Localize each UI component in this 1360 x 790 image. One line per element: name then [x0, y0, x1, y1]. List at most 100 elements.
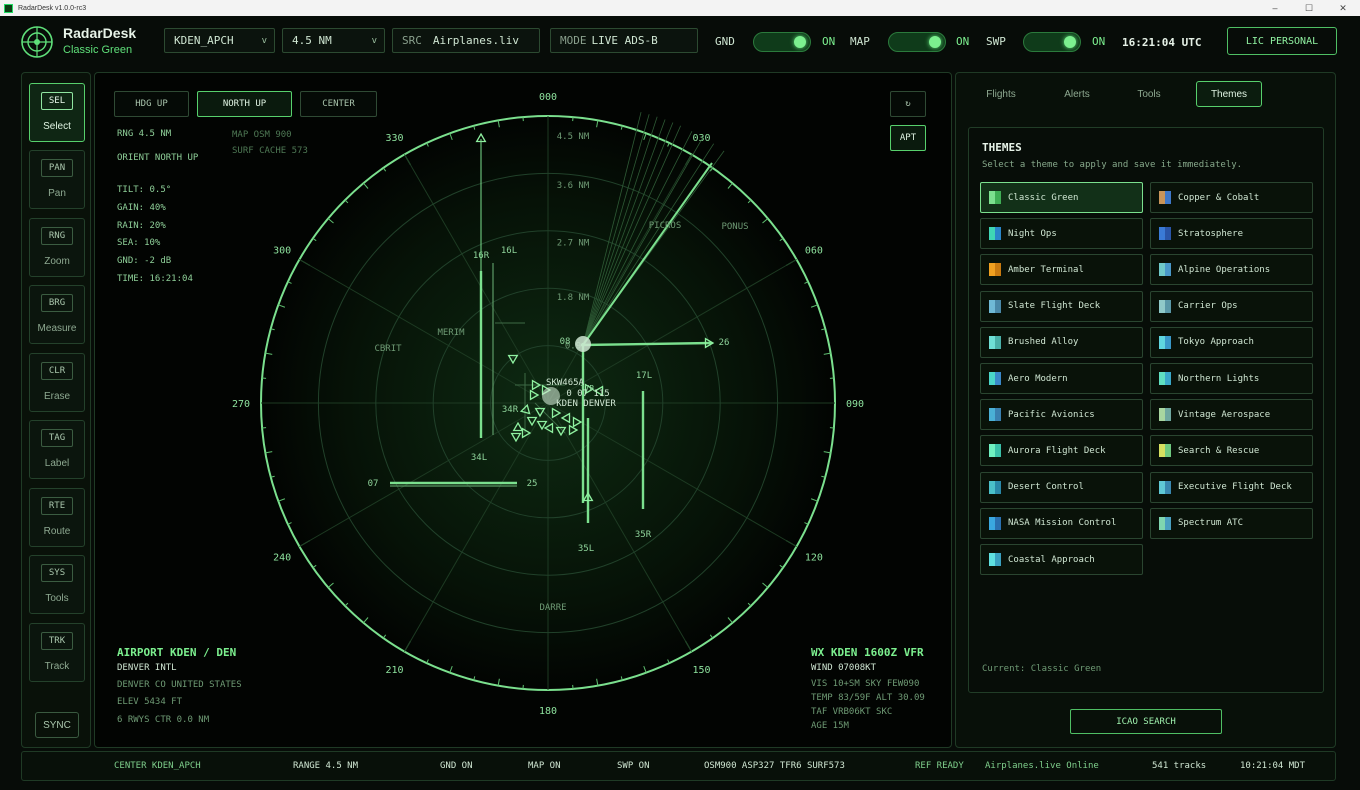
- tool-name: Track: [44, 661, 70, 672]
- fix-label: MERIM: [437, 328, 465, 338]
- license-button[interactable]: LIC PERSONAL: [1227, 27, 1337, 55]
- range-ring-label: 2.7 NM: [557, 238, 590, 248]
- close-icon[interactable]: ✕: [1326, 3, 1360, 14]
- theme-option[interactable]: Copper & Cobalt: [1150, 182, 1313, 213]
- theme-option[interactable]: Brushed Alloy: [980, 326, 1143, 358]
- orient-readout: ORIENT NORTH UP: [117, 153, 199, 163]
- tool-name: Erase: [43, 391, 71, 402]
- status-map: MAP ON: [528, 761, 561, 771]
- theme-option[interactable]: Executive Flight Deck: [1150, 471, 1313, 503]
- theme-swatch-icon: [989, 263, 1001, 277]
- theme-option[interactable]: Alpine Operations: [1150, 254, 1313, 286]
- theme-option[interactable]: Coastal Approach: [980, 544, 1143, 575]
- app-icon: [4, 3, 13, 13]
- tool-select[interactable]: SEL Select: [29, 83, 85, 142]
- theme-option[interactable]: Classic Green: [980, 182, 1143, 213]
- theme-option[interactable]: Night Ops: [980, 218, 1143, 250]
- theme-option[interactable]: Carrier Ops: [1150, 290, 1313, 322]
- theme-option[interactable]: Desert Control: [980, 471, 1143, 503]
- tool-tools[interactable]: SYS Tools: [29, 555, 85, 614]
- range-ring-label: 1.8 NM: [557, 293, 590, 303]
- fix-label: CBRIT: [374, 344, 402, 354]
- theme-option[interactable]: Northern Lights: [1150, 363, 1313, 394]
- wx-title: WX KDEN 1600Z VFR: [811, 646, 924, 659]
- theme-option-label: Search & Rescue: [1178, 445, 1260, 456]
- maximize-icon[interactable]: ☐: [1292, 3, 1326, 14]
- theme-option-label: Executive Flight Deck: [1178, 482, 1292, 493]
- theme-option[interactable]: Pacific Avionics: [980, 399, 1143, 431]
- airport-select[interactable]: KDEN_APCH v: [164, 28, 275, 53]
- chevron-down-icon: v: [371, 35, 377, 46]
- range-ring-label: 3.6 NM: [557, 181, 590, 191]
- bearing-label: 030: [692, 133, 710, 144]
- theme-option[interactable]: Spectrum ATC: [1150, 507, 1313, 539]
- icao-search-button[interactable]: ICAO SEARCH: [1070, 709, 1222, 734]
- theme-swatch-icon: [989, 299, 1001, 313]
- tab-tools[interactable]: Tools: [1119, 81, 1179, 107]
- center-button[interactable]: CENTER: [300, 91, 377, 117]
- status-track-count: 541 tracks: [1152, 761, 1207, 771]
- status-bar: CENTER KDEN_APCH RANGE 4.5 NM GND ON MAP…: [21, 751, 1336, 781]
- tool-erase[interactable]: CLR Erase: [29, 353, 85, 412]
- theme-option[interactable]: Vintage Aerospace: [1150, 399, 1313, 431]
- tool-route[interactable]: RTE Route: [29, 488, 85, 547]
- runway-label: 34L: [471, 453, 487, 463]
- time-readout: TIME: 16:21:04: [117, 274, 193, 284]
- airport-name: DENVER INTL: [117, 663, 177, 673]
- tool-code: RNG: [41, 227, 73, 245]
- themes-section: THEMES Select a theme to apply and save …: [968, 127, 1324, 693]
- sync-button[interactable]: SYNC: [35, 712, 79, 738]
- theme-option[interactable]: Aurora Flight Deck: [980, 435, 1143, 467]
- theme-option[interactable]: Amber Terminal: [980, 254, 1143, 286]
- theme-option[interactable]: Tokyo Approach: [1150, 326, 1313, 358]
- theme-swatch-icon: [1159, 227, 1171, 241]
- swp-toggle-label: SWP: [986, 35, 1006, 48]
- themes-title: THEMES: [982, 141, 1022, 154]
- source-field[interactable]: SRC Airplanes.liv: [392, 28, 540, 53]
- tool-measure[interactable]: BRG Measure: [29, 285, 85, 344]
- mode-field[interactable]: MODE LIVE ADS-B: [550, 28, 698, 53]
- toggle-knob: [794, 36, 806, 48]
- swp-toggle[interactable]: [1023, 32, 1081, 52]
- apt-button[interactable]: APT: [890, 125, 926, 151]
- current-theme: Current: Classic Green: [982, 664, 1102, 674]
- toggle-knob: [1064, 36, 1076, 48]
- theme-swatch-icon: [989, 191, 1001, 204]
- theme-option-label: Brushed Alloy: [1008, 337, 1079, 348]
- runway-label: 25: [527, 479, 538, 489]
- bearing-label: 270: [232, 399, 250, 410]
- map-toggle[interactable]: [888, 32, 946, 52]
- north-up-button[interactable]: NORTH UP: [197, 91, 292, 117]
- tool-code: CLR: [41, 362, 73, 380]
- minimize-icon[interactable]: –: [1258, 3, 1292, 14]
- tool-label[interactable]: TAG Label: [29, 420, 85, 479]
- theme-option[interactable]: Search & Rescue: [1150, 435, 1313, 467]
- tool-code: TAG: [41, 429, 73, 447]
- wx-temperature: TEMP 83/59F ALT 30.09: [811, 693, 925, 703]
- status-ref: REF READY: [915, 761, 964, 771]
- runway-label: 35L: [578, 544, 594, 554]
- range-select[interactable]: 4.5 NM v: [282, 28, 385, 53]
- tab-themes[interactable]: Themes: [1196, 81, 1262, 107]
- map-source-readout: MAP OSM 900: [232, 130, 292, 140]
- theme-option[interactable]: Stratosphere: [1150, 218, 1313, 250]
- gnd-toggle[interactable]: [753, 32, 811, 52]
- map-toggle-state: ON: [956, 35, 970, 48]
- hdg-up-button[interactable]: HDG UP: [114, 91, 189, 117]
- theme-option-label: Northern Lights: [1178, 373, 1260, 384]
- tool-pan[interactable]: PAN Pan: [29, 150, 85, 209]
- tool-code: PAN: [41, 159, 73, 177]
- airport-title: AIRPORT KDEN / DEN: [117, 646, 237, 659]
- theme-option[interactable]: Aero Modern: [980, 363, 1143, 394]
- tool-code: RTE: [41, 497, 73, 515]
- refresh-button[interactable]: ↻: [890, 91, 926, 117]
- swp-toggle-state: ON: [1092, 35, 1106, 48]
- theme-option[interactable]: Slate Flight Deck: [980, 290, 1143, 322]
- theme-option-label: Vintage Aerospace: [1178, 409, 1271, 420]
- radar-scope[interactable]: 4.5 NM 3.6 NM 2.7 NM 1.8 NM 0.9 000 030 060 090 1…: [94, 72, 952, 748]
- tab-flights[interactable]: Flights: [971, 81, 1031, 107]
- theme-option[interactable]: NASA Mission Control: [980, 507, 1143, 539]
- tab-alerts[interactable]: Alerts: [1047, 81, 1107, 107]
- tool-track[interactable]: TRK Track: [29, 623, 85, 682]
- tool-zoom[interactable]: RNG Zoom: [29, 218, 85, 277]
